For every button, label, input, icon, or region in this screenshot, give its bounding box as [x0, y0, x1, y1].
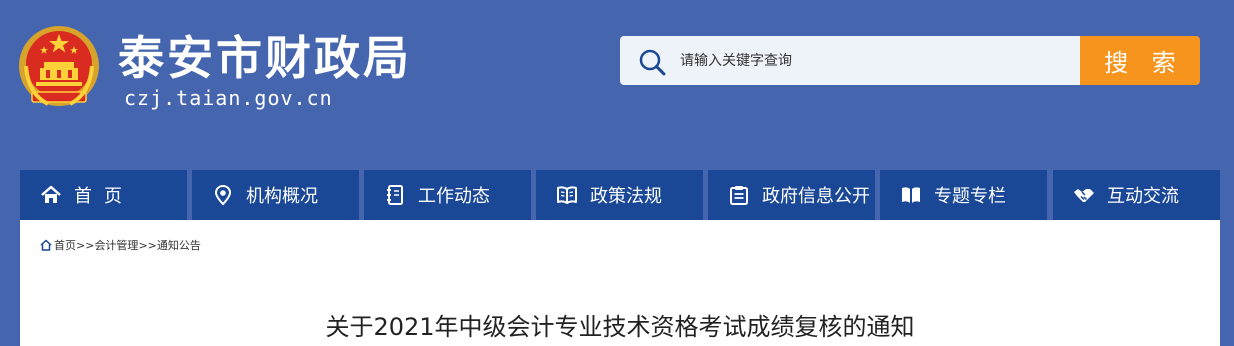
book-icon	[902, 187, 920, 203]
article-title: 关于2021年中级会计专业技术资格考试成绩复核的通知	[325, 313, 915, 341]
nav-item-organization[interactable]: 机构概况	[192, 170, 359, 220]
nav-label: 政府信息公开	[762, 186, 870, 207]
nav-label: 政策法规	[590, 186, 662, 207]
home-icon	[40, 239, 52, 251]
nav-item-special-topics[interactable]: 专题专栏	[880, 170, 1047, 220]
national-emblem-icon[interactable]	[18, 22, 100, 110]
main-nav: 首页 机构概况 工作动态 政策法规 政府信息公开 专题专栏 互动交流	[20, 170, 1220, 220]
nav-label: 首页	[74, 186, 134, 207]
location-pin-icon	[214, 184, 232, 206]
handshake-icon	[1074, 189, 1094, 202]
site-title[interactable]: 泰安市财政局	[118, 30, 412, 86]
nav-label: 机构概况	[246, 186, 318, 207]
nav-label: 互动交流	[1107, 186, 1179, 207]
search-box	[620, 36, 1080, 85]
breadcrumb-separator: >>	[138, 238, 157, 252]
notebook-icon	[387, 185, 403, 205]
breadcrumb-separator: >>	[76, 238, 95, 252]
nav-item-interaction[interactable]: 互动交流	[1053, 170, 1220, 220]
site-header: 泰安市财政局 czj.taian.gov.cn 搜 索	[0, 0, 1234, 170]
home-icon	[41, 185, 61, 203]
clipboard-icon	[730, 186, 748, 205]
content-panel: 首页 >> 会计管理 >> 通知公告 关于2021年中级会计专业技术资格考试成绩…	[20, 220, 1220, 346]
breadcrumb: 首页 >> 会计管理 >> 通知公告	[40, 237, 201, 253]
breadcrumb-accounting-management[interactable]: 会计管理	[94, 237, 138, 253]
search-button[interactable]: 搜 索	[1080, 36, 1200, 85]
breadcrumb-home[interactable]: 首页	[54, 237, 76, 253]
nav-item-policies[interactable]: 政策法规	[536, 170, 703, 220]
breadcrumb-notices[interactable]: 通知公告	[157, 237, 201, 253]
nav-item-home[interactable]: 首页	[20, 170, 187, 220]
open-book-icon	[557, 186, 577, 204]
site-domain: czj.taian.gov.cn	[124, 86, 333, 110]
nav-item-gov-info-disclosure[interactable]: 政府信息公开	[708, 170, 875, 220]
search-input[interactable]	[680, 36, 1070, 85]
nav-item-work-news[interactable]: 工作动态	[364, 170, 531, 220]
nav-label: 工作动态	[418, 186, 490, 207]
search-icon	[639, 49, 666, 76]
nav-label: 专题专栏	[934, 186, 1006, 207]
